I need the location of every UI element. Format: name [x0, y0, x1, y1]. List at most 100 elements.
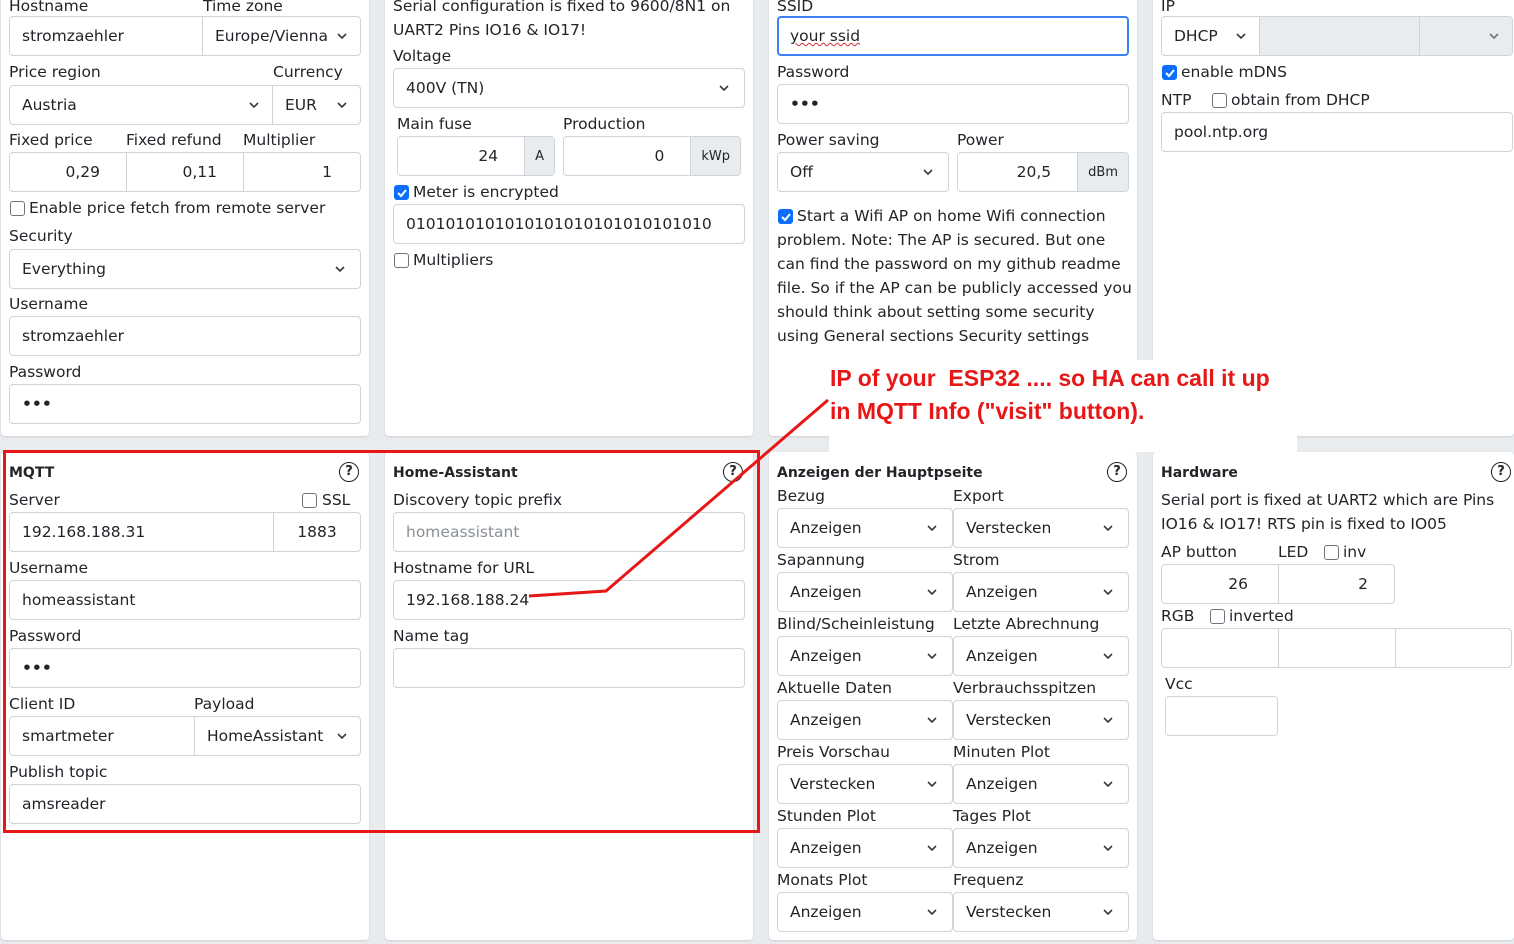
main-fuse-unit: A	[525, 137, 554, 175]
display-item-select[interactable]: Anzeigen	[777, 636, 953, 676]
wifi-password-input[interactable]: •••	[777, 84, 1129, 124]
fixed-refund-input[interactable]: 0,11	[127, 153, 244, 191]
ssid-value: your ssid	[790, 27, 861, 45]
chevron-down-icon	[1103, 781, 1113, 788]
security-select[interactable]: Everything	[9, 249, 361, 289]
display-item-value: Verstecken	[966, 711, 1052, 729]
rgb-blue-input[interactable]	[1396, 629, 1511, 667]
ip-subnet-select[interactable]	[1420, 17, 1512, 55]
led-inv-label: inv	[1343, 543, 1367, 561]
encryption-key-input[interactable]: 0101010101010101010101010101010	[393, 204, 745, 244]
main-fuse-input[interactable]: 24	[398, 137, 526, 175]
ip-mode-value: DHCP	[1174, 27, 1218, 45]
display-item-label: Export	[953, 487, 1004, 505]
general-password-label: Password	[9, 363, 82, 381]
production-unit: kWp	[691, 137, 740, 175]
chevron-down-icon	[927, 653, 937, 660]
ap-text: Start a Wifi AP on home Wifi connection …	[777, 207, 1132, 345]
display-item-value: Verstecken	[966, 903, 1052, 921]
help-icon[interactable]: ?	[1107, 462, 1127, 482]
ip-group: DHCP	[1161, 16, 1513, 56]
power-group: 20,5 dBm	[957, 152, 1129, 192]
multipliers-checkbox[interactable]	[394, 253, 409, 268]
power-unit: dBm	[1078, 153, 1128, 191]
display-item-select[interactable]: Anzeigen	[953, 572, 1129, 612]
chevron-down-icon	[927, 781, 937, 788]
rgb-inverted-checkbox[interactable]	[1210, 609, 1225, 624]
annotation-line-1: IP of your ESP32 .... so HA can call it …	[830, 365, 1270, 391]
display-item-select[interactable]: Verstecken	[777, 764, 953, 804]
display-item-select[interactable]: Verstecken	[953, 508, 1129, 548]
currency-label: Currency	[273, 63, 343, 81]
currency-select[interactable]: EUR	[273, 86, 360, 124]
display-item-label: Blind/Scheinleistung	[777, 615, 935, 633]
display-item-select[interactable]: Anzeigen	[777, 828, 953, 868]
power-saving-label: Power saving	[777, 131, 880, 149]
annotation-highlight-box	[3, 450, 760, 833]
ntp-label: NTP	[1161, 91, 1192, 109]
ap-button-label: AP button	[1161, 543, 1238, 561]
display-item-select[interactable]: Anzeigen	[777, 700, 953, 740]
vcc-input[interactable]	[1165, 696, 1278, 736]
ntp-server-value: pool.ntp.org	[1174, 123, 1269, 141]
security-label: Security	[9, 227, 73, 245]
rgb-green-input[interactable]	[1279, 629, 1396, 667]
display-item-value: Anzeigen	[966, 839, 1038, 857]
ap-button-input[interactable]: 26	[1162, 565, 1279, 603]
display-item-select[interactable]: Verstecken	[953, 892, 1129, 932]
multiplier-input[interactable]: 1	[244, 153, 360, 191]
led-input[interactable]: 2	[1279, 565, 1394, 603]
general-username-input[interactable]: stromzaehler	[9, 316, 361, 356]
led-label: LED	[1278, 543, 1309, 561]
general-password-input[interactable]: •••	[9, 384, 361, 424]
ntp-dhcp-label: obtain from DHCP	[1231, 91, 1370, 109]
ip-mode-select[interactable]: DHCP	[1162, 17, 1260, 55]
price-region-select[interactable]: Austria	[10, 86, 273, 124]
vcc-label: Vcc	[1165, 675, 1193, 693]
production-label: Production	[563, 115, 646, 133]
display-item-label: Preis Vorschau	[777, 743, 890, 761]
chevron-down-icon	[1489, 33, 1499, 40]
display-item-select[interactable]: Anzeigen	[953, 828, 1129, 868]
hostname-label: Hostname	[9, 0, 89, 15]
hardware-serial-text: Serial port is fixed at UART2 which are …	[1161, 491, 1495, 533]
mdns-checkbox[interactable]	[1162, 65, 1177, 80]
checkmark-icon	[397, 189, 407, 198]
annotation-line-2: in MQTT Info ("visit" button).	[830, 398, 1145, 424]
ntp-server-input[interactable]: pool.ntp.org	[1161, 112, 1513, 152]
display-item-select[interactable]: Anzeigen	[953, 764, 1129, 804]
display-item-label: Aktuelle Daten	[777, 679, 892, 697]
display-item-select[interactable]: Anzeigen	[777, 572, 953, 612]
chevron-down-icon	[719, 85, 729, 92]
price-fetch-checkbox[interactable]	[10, 201, 25, 216]
ntp-dhcp-checkbox[interactable]	[1212, 93, 1227, 108]
ssid-input[interactable]: your ssid	[777, 16, 1129, 56]
ip-address-input[interactable]	[1260, 17, 1420, 55]
rgb-red-input[interactable]	[1162, 629, 1279, 667]
timezone-select[interactable]: Europe/Vienna	[203, 17, 360, 55]
fixed-price-label: Fixed price	[9, 131, 93, 149]
general-username-label: Username	[9, 295, 89, 313]
display-item-select[interactable]: Anzeigen	[777, 508, 953, 548]
display-item-label: Strom	[953, 551, 1000, 569]
encryption-key-value: 0101010101010101010101010101010	[406, 215, 712, 233]
hostname-input[interactable]: stromzaehler	[10, 17, 203, 55]
power-saving-select[interactable]: Off	[777, 152, 949, 192]
chevron-down-icon	[1103, 717, 1113, 724]
fixed-price-input[interactable]: 0,29	[10, 153, 127, 191]
display-item-select[interactable]: Anzeigen	[953, 636, 1129, 676]
chevron-down-icon	[1103, 525, 1113, 532]
help-icon[interactable]: ?	[1491, 462, 1511, 482]
power-input[interactable]: 20,5	[958, 153, 1079, 191]
meter-encrypted-checkbox[interactable]	[394, 185, 409, 200]
display-item-label: Minuten Plot	[953, 743, 1050, 761]
production-input[interactable]: 0	[564, 137, 692, 175]
led-inv-checkbox[interactable]	[1324, 545, 1339, 560]
price-region-value: Austria	[22, 96, 77, 114]
voltage-select[interactable]: 400V (TN)	[393, 68, 745, 108]
pins-group: 26 2	[1161, 564, 1395, 604]
display-item-select[interactable]: Anzeigen	[777, 892, 953, 932]
display-item-select[interactable]: Verstecken	[953, 700, 1129, 740]
chevron-down-icon	[249, 102, 259, 109]
annotation-text: IP of your ESP32 .... so HA can call it …	[830, 362, 1270, 428]
